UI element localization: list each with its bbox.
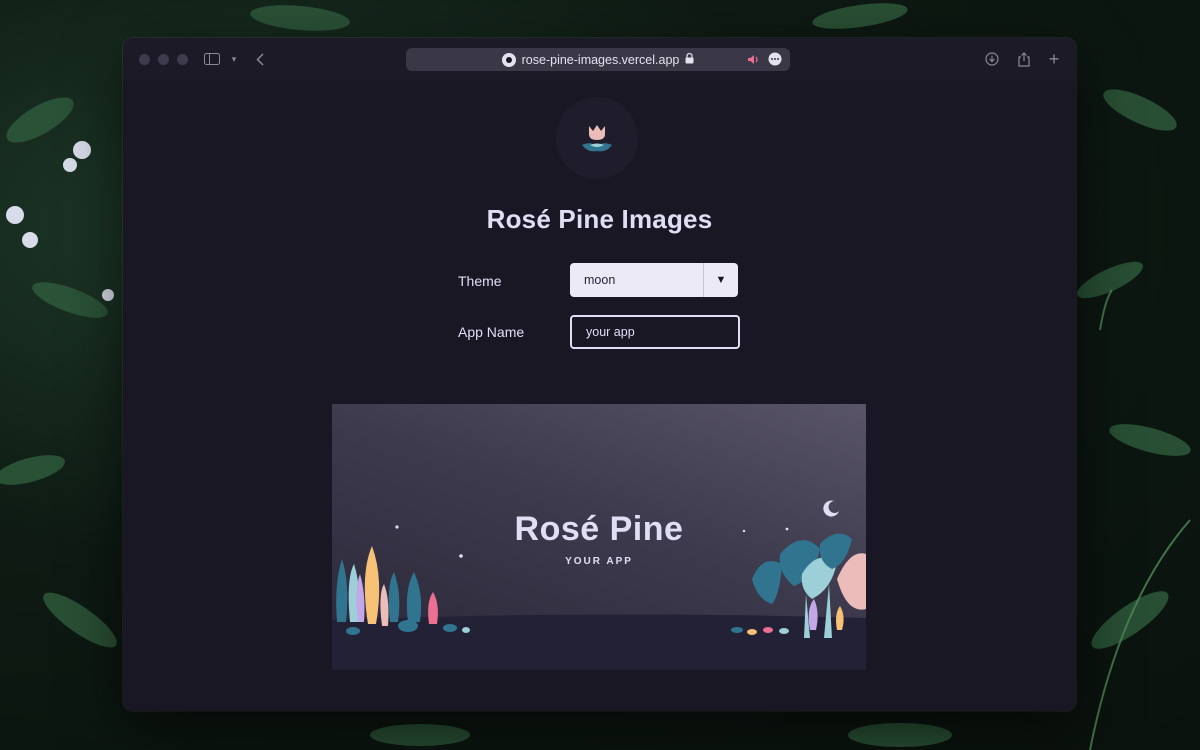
preview-title: Rosé Pine bbox=[514, 510, 684, 548]
site-favicon-icon bbox=[501, 52, 516, 67]
new-tab-icon[interactable]: + bbox=[1045, 49, 1063, 69]
download-icon[interactable] bbox=[983, 50, 1001, 68]
theme-select-value: moon bbox=[584, 273, 616, 287]
lock-icon bbox=[685, 52, 694, 67]
rose-pine-logo bbox=[556, 97, 638, 179]
close-window-button[interactable] bbox=[139, 54, 150, 65]
page-title: Rosé Pine Images bbox=[486, 204, 713, 234]
share-icon[interactable] bbox=[1015, 50, 1033, 68]
app-name-label: App Name bbox=[458, 324, 525, 340]
speaker-icon[interactable] bbox=[747, 54, 760, 68]
theme-select[interactable]: moon ▼ bbox=[570, 263, 738, 297]
chevron-down-icon[interactable]: ▾ bbox=[225, 50, 243, 68]
url-text: rose-pine-images.vercel.app bbox=[521, 52, 680, 67]
address-bar[interactable]: rose-pine-images.vercel.app bbox=[406, 48, 790, 71]
more-icon[interactable] bbox=[768, 52, 782, 69]
zoom-window-button[interactable] bbox=[177, 54, 188, 65]
browser-window: ▾ rose-pine-images.vercel.app + Rosé Pin… bbox=[123, 38, 1076, 711]
back-icon[interactable] bbox=[251, 50, 269, 68]
sidebar-icon[interactable] bbox=[203, 50, 221, 68]
preview-image: Rosé Pine YOUR APP bbox=[332, 404, 866, 670]
minimize-window-button[interactable] bbox=[158, 54, 169, 65]
theme-label: Theme bbox=[458, 273, 502, 289]
app-name-input[interactable] bbox=[570, 315, 740, 349]
browser-toolbar: ▾ rose-pine-images.vercel.app + bbox=[123, 38, 1076, 80]
preview-subtitle: YOUR APP bbox=[565, 556, 633, 567]
window-controls bbox=[139, 54, 188, 65]
chevron-down-icon[interactable]: ▼ bbox=[703, 263, 738, 297]
